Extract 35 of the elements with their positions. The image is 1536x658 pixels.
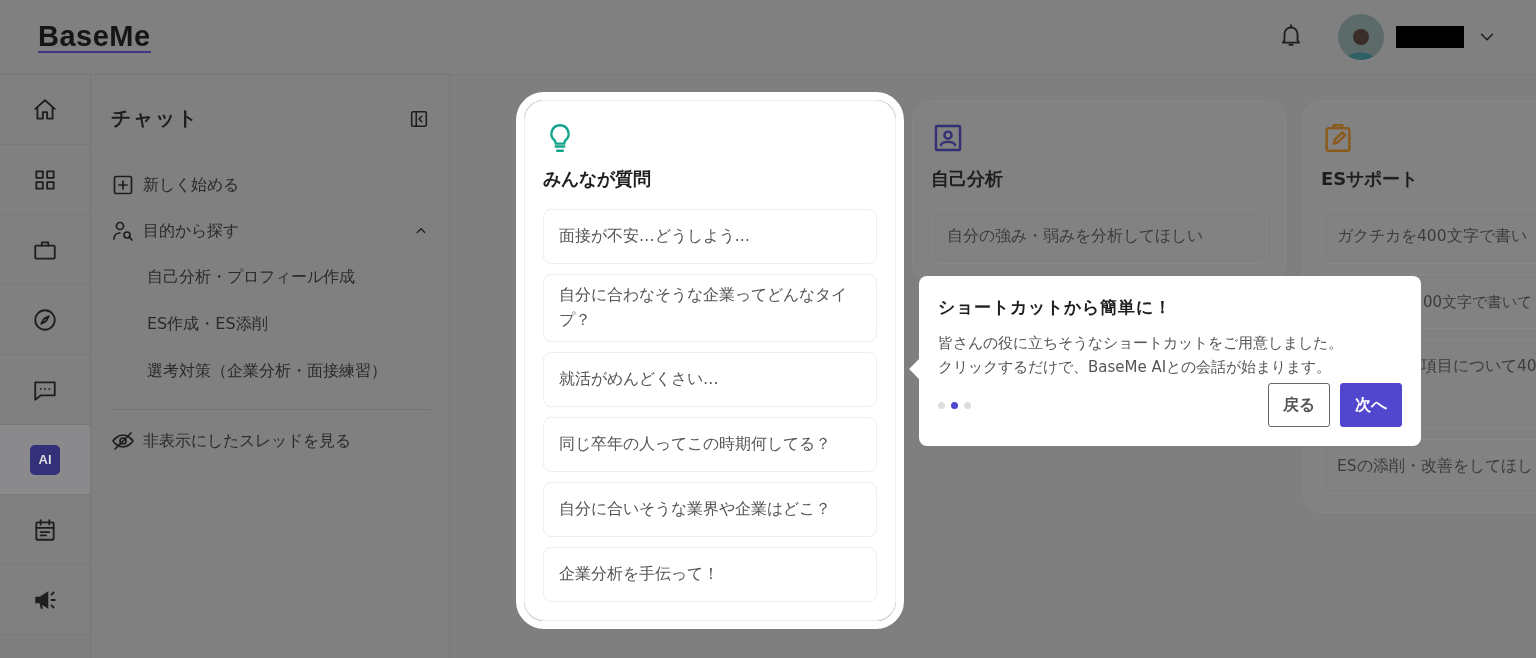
logo[interactable]: BaseMe: [38, 21, 151, 53]
prompt-chip[interactable]: ESの添削・改善をしてほし: [1321, 439, 1536, 494]
notepad-icon: [32, 516, 58, 543]
home-icon: [32, 96, 58, 123]
prompt-chip[interactable]: 同じ卒年の人ってこの時期何してる？: [543, 416, 877, 472]
eye-off-icon: [111, 429, 135, 453]
user-search-icon: [111, 219, 135, 243]
purpose-link[interactable]: ES作成・ES添削: [111, 301, 430, 348]
purpose-toggle[interactable]: 目的から探す: [111, 208, 430, 254]
tooltip-text: 皆さんの役に立ちそうなショートカットをご用意しました。: [938, 333, 1343, 354]
back-button[interactable]: 戻る: [1268, 383, 1330, 427]
compass-icon: [32, 306, 58, 333]
card-title: みんなが質問: [543, 167, 652, 191]
purpose-link[interactable]: 選考対策（企業分析・面接練習）: [111, 348, 430, 395]
card-title: 自己分析: [931, 167, 1004, 191]
redaction-bar: [1396, 26, 1464, 48]
ai-badge-icon: AI: [30, 444, 60, 475]
prompt-chip[interactable]: 自分に合いそうな業界や企業はどこ？: [543, 481, 877, 537]
avatar[interactable]: [1338, 14, 1384, 60]
plus-square-icon: [111, 173, 135, 197]
prompt-chip[interactable]: 自分に合わなそうな企業ってどんなタイプ？: [543, 274, 877, 342]
prompt-chip[interactable]: 自分の強み・弱みを分析してほしい: [931, 209, 1267, 264]
purpose-link[interactable]: 自己分析・プロフィール作成: [111, 254, 430, 301]
prompt-chip[interactable]: 就活がめんどくさい…: [543, 351, 877, 407]
hidden-threads-link[interactable]: 非表示にしたスレッドを見る: [111, 418, 430, 464]
panel-title: チャット: [111, 105, 199, 132]
next-button[interactable]: 次へ: [1340, 383, 1402, 427]
prompt-chip[interactable]: 企業分析を手伝って！: [543, 546, 877, 602]
new-chat-link[interactable]: 新しく始める: [111, 162, 430, 208]
prompt-chip[interactable]: 面接が不安…どうしよう…: [543, 209, 877, 264]
tooltip-text: クリックするだけで、BaseMe AIとの会話が始まります。: [938, 357, 1332, 378]
nav-item[interactable]: AI: [0, 425, 90, 495]
card-title: ESサポート: [1321, 167, 1420, 191]
tooltip-title: ショートカットから簡単に！: [938, 296, 1173, 319]
prompt-chip[interactable]: ガクチカを400文字で書い: [1321, 209, 1536, 264]
